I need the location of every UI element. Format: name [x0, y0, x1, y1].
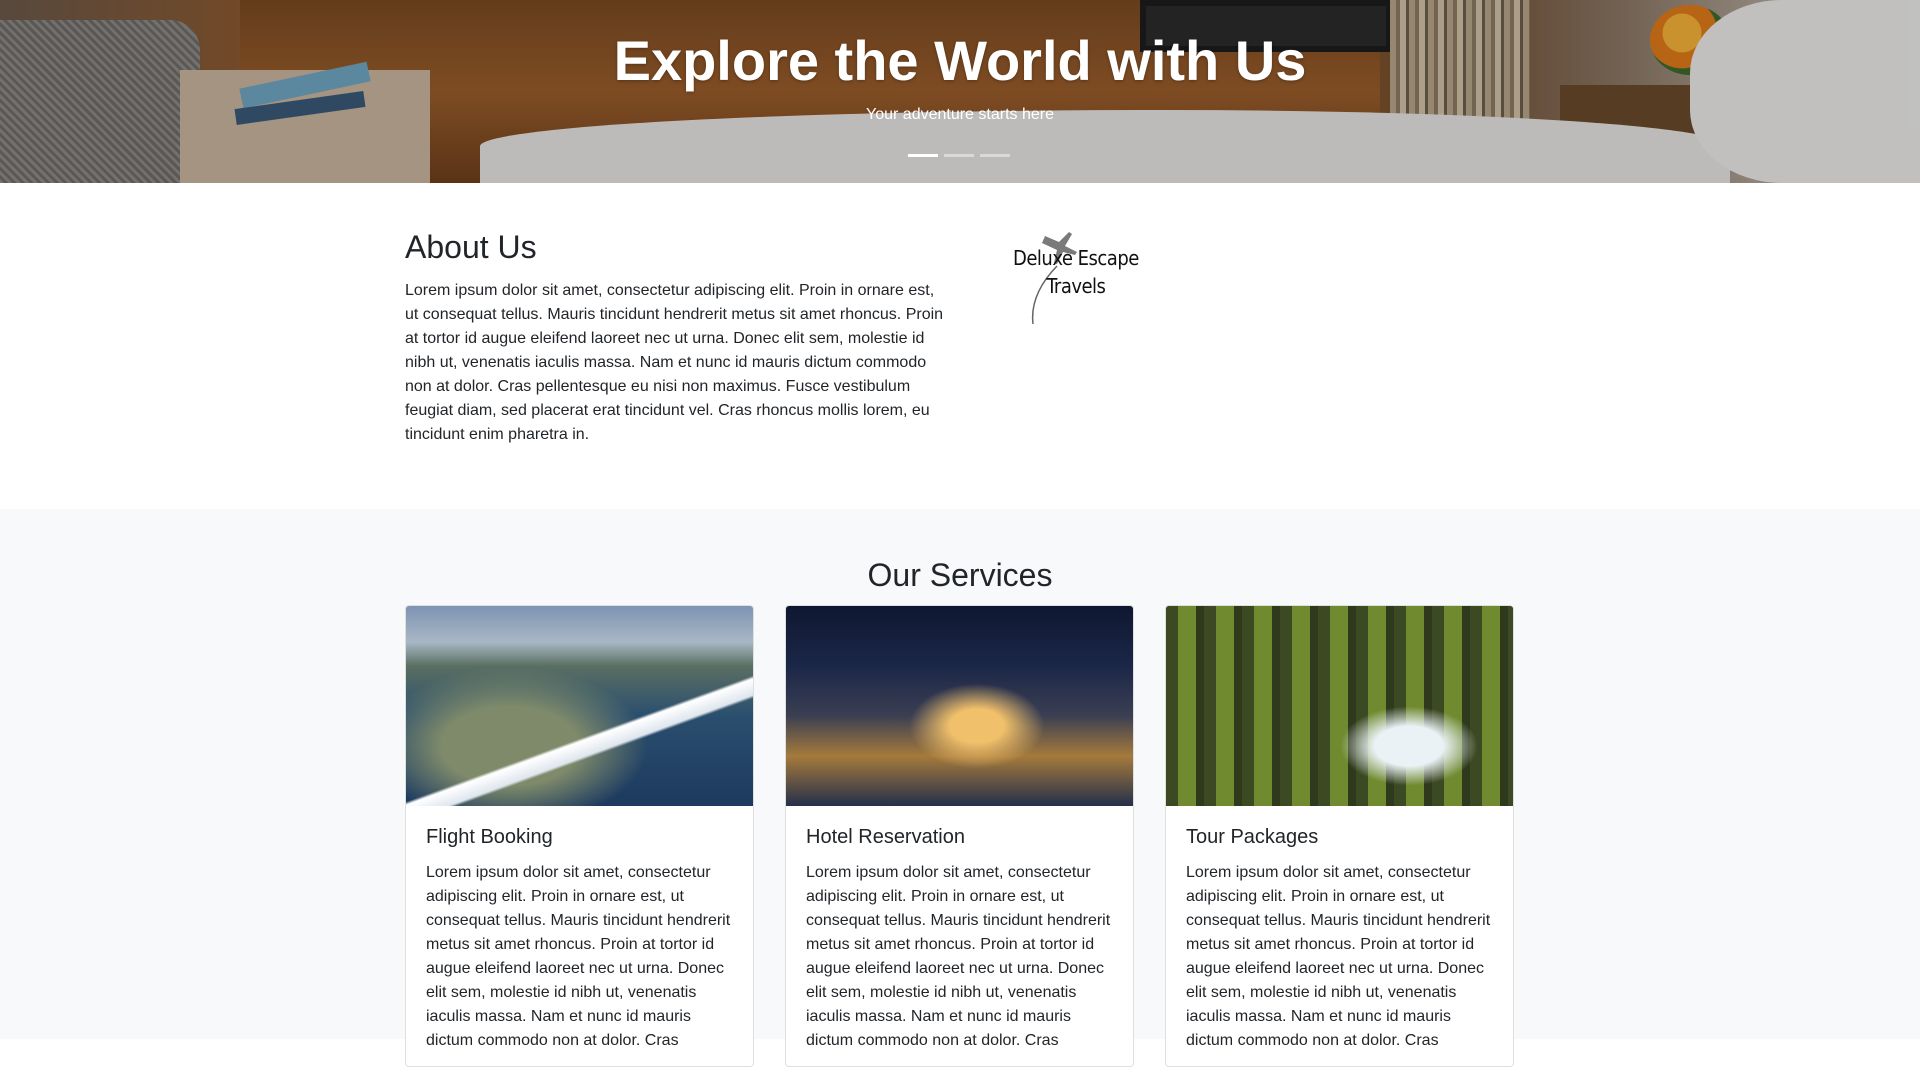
carousel-indicator[interactable] [980, 154, 1010, 157]
logo-line-2: Travels [1046, 274, 1106, 298]
logo-line-1: Deluxe Escape [1013, 246, 1139, 270]
services-section: Our Services Flight Booking Lorem ipsum … [0, 509, 1920, 1067]
service-text: Lorem ipsum dolor sit amet, consectetur … [806, 864, 1111, 1049]
service-image-flight [406, 606, 753, 806]
about-heading: About Us [405, 229, 537, 265]
service-card-tour[interactable]: Tour Packages Lorem ipsum dolor sit amet… [1165, 605, 1514, 1067]
hero-title: Explore the World with Us [613, 29, 1307, 92]
services-heading: Our Services [867, 557, 1053, 593]
hero-carousel: Explore the World with Us Your adventure… [0, 0, 1920, 183]
logo-text: Deluxe Escape Travels [1013, 244, 1139, 300]
service-text: Lorem ipsum dolor sit amet, consectetur … [1186, 864, 1491, 1049]
about-section: About Us Lorem ipsum dolor sit amet, con… [0, 183, 1920, 509]
service-card-flight[interactable]: Flight Booking Lorem ipsum dolor sit ame… [405, 605, 754, 1067]
about-text: Lorem ipsum dolor sit amet, consectetur … [405, 282, 944, 443]
service-text: Lorem ipsum dolor sit amet, consectetur … [426, 864, 731, 1049]
company-logo: Deluxe Escape Travels [1005, 224, 1145, 324]
service-title: Flight Booking [426, 826, 553, 848]
carousel-indicator[interactable] [908, 154, 938, 157]
service-image-hotel [786, 606, 1133, 806]
carousel-indicator[interactable] [944, 154, 974, 157]
hero-subtitle: Your adventure starts here [866, 106, 1054, 123]
service-title: Hotel Reservation [806, 826, 965, 848]
service-card-hotel[interactable]: Hotel Reservation Lorem ipsum dolor sit … [785, 605, 1134, 1067]
service-image-tour [1166, 606, 1513, 806]
service-title: Tour Packages [1186, 826, 1319, 848]
carousel-indicators [908, 154, 1010, 157]
